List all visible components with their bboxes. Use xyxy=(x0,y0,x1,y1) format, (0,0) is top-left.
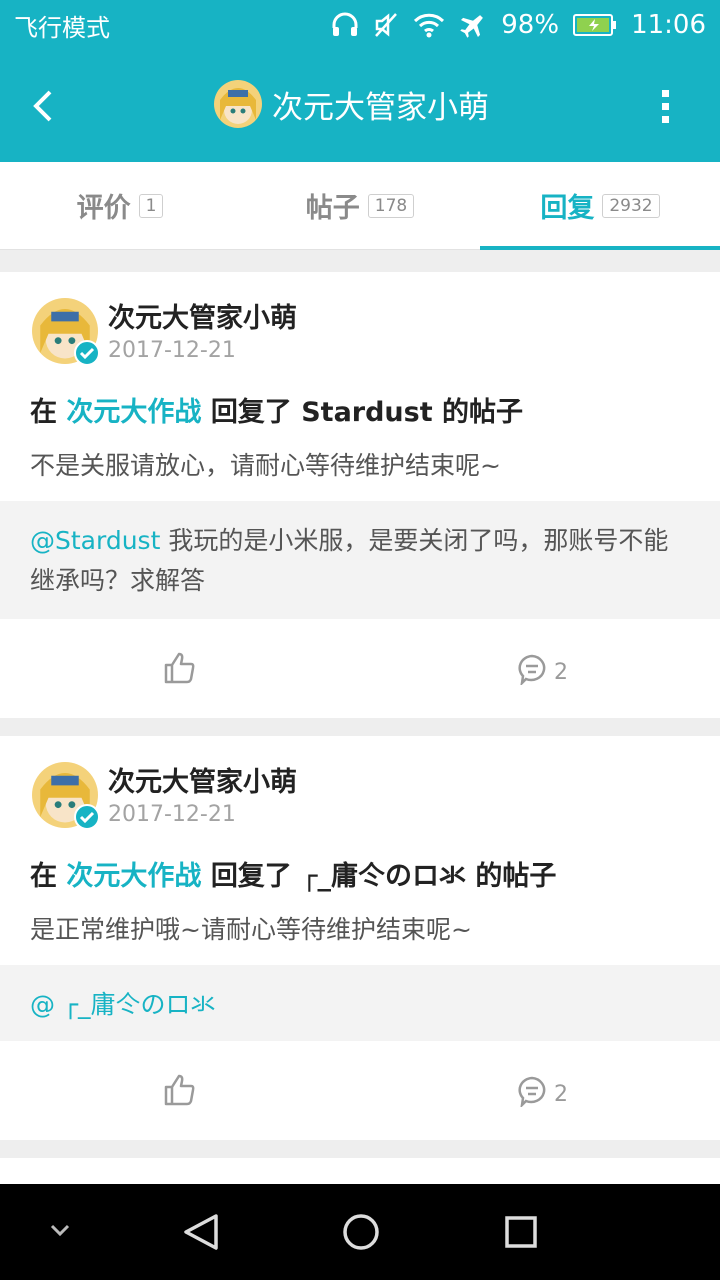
post-date: 2017-12-21 xyxy=(108,338,236,363)
thumbs-up-icon[interactable] xyxy=(163,1073,197,1107)
thumbs-up-icon[interactable] xyxy=(163,651,197,685)
reply-text: 不是关服请放心，请耐心等待维护结束呢~ xyxy=(30,451,501,480)
comment-icon xyxy=(516,1075,548,1113)
comment-count: 2 xyxy=(554,1081,568,1107)
activity-text: 回复了 Stardust 的帖子 xyxy=(210,397,524,428)
tab-posts[interactable]: 帖子 178 xyxy=(240,162,480,249)
tab-label: 回复 xyxy=(540,193,595,224)
reply-card[interactable] xyxy=(0,1158,720,1184)
tab-replies[interactable]: 回复 2932 xyxy=(480,162,720,250)
recents-square-icon[interactable] xyxy=(504,1215,538,1253)
quoted-post[interactable]: @ ┌_庸仒のロ氺 xyxy=(0,965,720,1041)
tab-bar: 评价 1 帖子 178 回复 2932 xyxy=(0,162,720,250)
wifi-icon xyxy=(413,12,445,38)
app-bar: 次元大管家小萌 xyxy=(0,50,720,162)
profile-title: 次元大管家小萌 xyxy=(214,80,489,128)
activity-prefix: 在 xyxy=(30,861,57,892)
action-bar: 2 xyxy=(0,619,720,719)
activity-line: 在 次元大作战 回复了 ┌_庸仒のロ氺 的帖子 xyxy=(30,854,556,893)
airplane-mode-label: 飞行模式 xyxy=(14,13,110,42)
clock: 11:06 xyxy=(631,10,706,40)
reply-text: 是正常维护哦~请耐心等待维护结束呢~ xyxy=(30,915,472,944)
mention-link[interactable]: @ ┌_庸仒のロ氺 xyxy=(30,990,216,1019)
back-arrow-icon[interactable] xyxy=(26,84,66,128)
game-link[interactable]: 次元大作战 xyxy=(66,861,201,892)
system-nav-bar xyxy=(0,1184,720,1280)
reply-card[interactable]: 次元大管家小萌 2017-12-21 在 次元大作战 回复了 ┌_庸仒のロ氺 的… xyxy=(0,736,720,1140)
reply-card[interactable]: 次元大管家小萌 2017-12-21 在 次元大作战 回复了 Stardust … xyxy=(0,272,720,718)
home-circle-icon[interactable] xyxy=(342,1213,380,1255)
game-link[interactable]: 次元大作战 xyxy=(66,397,201,428)
action-bar: 2 xyxy=(0,1041,720,1141)
comment-button[interactable]: 2 xyxy=(516,653,568,691)
tab-count: 1 xyxy=(138,193,164,218)
activity-line: 在 次元大作战 回复了 Stardust 的帖子 xyxy=(30,390,523,429)
tab-label: 评价 xyxy=(76,193,131,224)
comment-icon xyxy=(516,653,548,691)
back-triangle-icon[interactable] xyxy=(182,1212,220,1256)
tab-reviews[interactable]: 评价 1 xyxy=(0,162,240,249)
airplane-icon xyxy=(459,11,487,39)
mention-link[interactable]: @Stardust xyxy=(30,526,160,555)
author-name[interactable]: 次元大管家小萌 xyxy=(108,296,297,335)
status-bar: 飞行模式 98% 11:06 xyxy=(0,0,720,50)
page-title: 次元大管家小萌 xyxy=(272,89,489,126)
comment-count: 2 xyxy=(554,659,568,685)
tab-label: 帖子 xyxy=(305,193,360,224)
activity-text: 回复了 ┌_庸仒のロ氺 的帖子 xyxy=(210,861,557,892)
hide-nav-chevron-icon[interactable] xyxy=(48,1222,72,1242)
tab-count: 2932 xyxy=(602,193,660,218)
more-vertical-icon[interactable] xyxy=(652,86,680,126)
avatar xyxy=(214,80,262,128)
quoted-post[interactable]: @Stardust 我玩的是小米服，是要关闭了吗，那账号不能继承吗？求解答 xyxy=(0,501,720,619)
mute-icon xyxy=(373,12,399,38)
tab-count: 178 xyxy=(367,193,415,218)
battery-icon xyxy=(573,13,617,37)
battery-label: 98% xyxy=(501,10,560,40)
verified-badge-icon xyxy=(74,804,100,830)
post-date: 2017-12-21 xyxy=(108,802,236,827)
comment-button[interactable]: 2 xyxy=(516,1075,568,1113)
author-name[interactable]: 次元大管家小萌 xyxy=(108,760,297,799)
verified-badge-icon xyxy=(74,340,100,366)
headphones-icon xyxy=(331,12,359,38)
activity-prefix: 在 xyxy=(30,397,57,428)
